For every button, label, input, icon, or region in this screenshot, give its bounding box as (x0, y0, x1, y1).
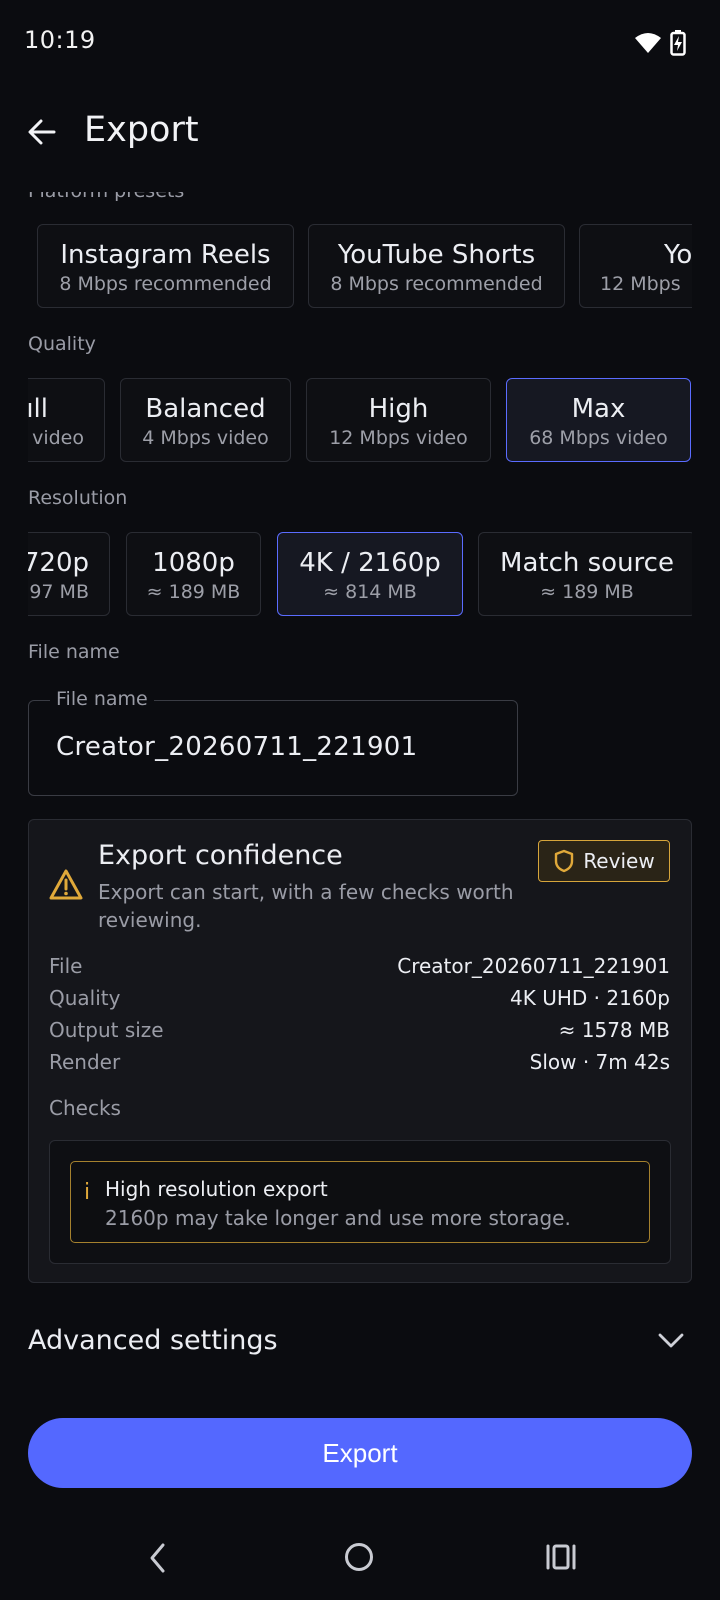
section-label-quality: Quality (28, 333, 96, 355)
preset-detail: 8 Mbps recommended (330, 273, 543, 295)
quality-detail: 68 Mbps video (529, 427, 668, 449)
preset-detail: 8 Mbps recommended (59, 273, 272, 295)
resolution-chip-1080p[interactable]: 1080p ≈ 189 MB (126, 532, 261, 616)
arrow-left-icon (28, 119, 56, 145)
nav-recents-icon (546, 1544, 576, 1570)
quality-name: ıll (28, 394, 48, 424)
battery-charging-icon (670, 30, 686, 60)
preset-name: Instagram Reels (60, 240, 271, 270)
shield-icon (555, 849, 574, 873)
nav-recents-button[interactable] (545, 1543, 577, 1575)
quality-chip-high[interactable]: High 12 Mbps video (306, 378, 491, 462)
summary-label-render: Render (49, 1050, 121, 1074)
card-title: Export confidence (98, 840, 343, 871)
summary-value-output-size: ≈ 1578 MB (558, 1018, 670, 1042)
quality-name: High (368, 394, 429, 424)
resolution-detail: ≈ 814 MB (323, 581, 417, 603)
preset-detail: 12 Mbps (600, 273, 681, 295)
resolution-name: 720p (28, 548, 89, 578)
status-icons (634, 30, 686, 60)
card-description-line: Export can start, with a few checks wort… (98, 880, 514, 904)
platform-presets-row[interactable]: Instagram Reels 8 Mbps recommended YouTu… (28, 224, 692, 310)
quality-row[interactable]: ıll video Balanced 4 Mbps video High 12 … (28, 378, 692, 464)
page-title: Export (84, 110, 199, 150)
card-description: Export can start, with a few checks wort… (98, 878, 514, 934)
scroll-edge (0, 178, 720, 192)
back-button[interactable] (26, 116, 58, 148)
review-badge[interactable]: Review (538, 840, 670, 882)
quality-detail: 4 Mbps video (142, 427, 269, 449)
nav-back-icon (150, 1543, 165, 1573)
file-name-field-label: File name (50, 688, 154, 710)
preset-chip-youtube[interactable]: Yo 12 Mbps (579, 224, 692, 308)
file-name-value[interactable]: Creator_20260711_221901 (56, 732, 417, 762)
section-label-resolution: Resolution (28, 487, 128, 509)
advanced-settings-label: Advanced settings (28, 1325, 278, 1356)
wifi-icon (634, 32, 662, 58)
review-badge-label: Review (583, 849, 655, 873)
warning-triangle-icon (48, 868, 84, 906)
summary-value-quality: 4K UHD · 2160p (510, 986, 670, 1010)
section-label-file-name: File name (28, 641, 120, 663)
quality-chip-small[interactable]: ıll video (28, 378, 105, 462)
summary-label-quality: Quality (49, 986, 121, 1010)
quality-chip-balanced[interactable]: Balanced 4 Mbps video (120, 378, 291, 462)
status-time: 10:19 (24, 26, 96, 54)
quality-detail: video (32, 427, 84, 449)
summary-label-output-size: Output size (49, 1018, 164, 1042)
export-button[interactable]: Export (28, 1418, 692, 1488)
summary-value-file: Creator_20260711_221901 (397, 954, 670, 978)
checks-label: Checks (49, 1096, 121, 1120)
quality-name: Balanced (145, 394, 266, 424)
preset-name: YouTube Shorts (337, 240, 536, 270)
resolution-name: 4K / 2160p (299, 548, 441, 578)
resolution-detail: ≈ 189 MB (540, 581, 634, 603)
check-title: High resolution export (105, 1177, 328, 1201)
check-item (70, 1161, 650, 1243)
summary-value-render: Slow · 7m 42s (529, 1050, 670, 1074)
card-description-line: reviewing. (98, 908, 202, 932)
resolution-row[interactable]: 720p 97 MB 1080p ≈ 189 MB 4K / 2160p ≈ 8… (28, 532, 692, 618)
quality-name: Max (571, 394, 626, 424)
preset-chip-instagram-reels[interactable]: Instagram Reels 8 Mbps recommended (37, 224, 294, 308)
resolution-chip-match-source[interactable]: Match source ≈ 189 MB (478, 532, 692, 616)
resolution-name: 1080p (152, 548, 235, 578)
info-icon: i (84, 1180, 91, 1205)
advanced-settings-row[interactable]: Advanced settings (0, 1310, 720, 1374)
check-detail: 2160p may take longer and use more stora… (105, 1206, 571, 1230)
nav-home-icon (345, 1543, 373, 1571)
preset-name: Yo (664, 240, 692, 270)
preset-chip-youtube-shorts[interactable]: YouTube Shorts 8 Mbps recommended (308, 224, 565, 308)
nav-back-button[interactable] (145, 1541, 171, 1579)
resolution-detail: 97 MB (29, 581, 89, 603)
quality-chip-max[interactable]: Max 68 Mbps video (506, 378, 691, 462)
resolution-name: Match source (500, 548, 674, 578)
summary-label-file: File (49, 954, 83, 978)
resolution-chip-4k[interactable]: 4K / 2160p ≈ 814 MB (277, 532, 463, 616)
quality-detail: 12 Mbps video (329, 427, 468, 449)
chevron-down-icon (656, 1330, 686, 1354)
resolution-detail: ≈ 189 MB (146, 581, 241, 603)
nav-home-button[interactable] (343, 1541, 375, 1577)
resolution-chip-720p[interactable]: 720p 97 MB (28, 532, 110, 616)
